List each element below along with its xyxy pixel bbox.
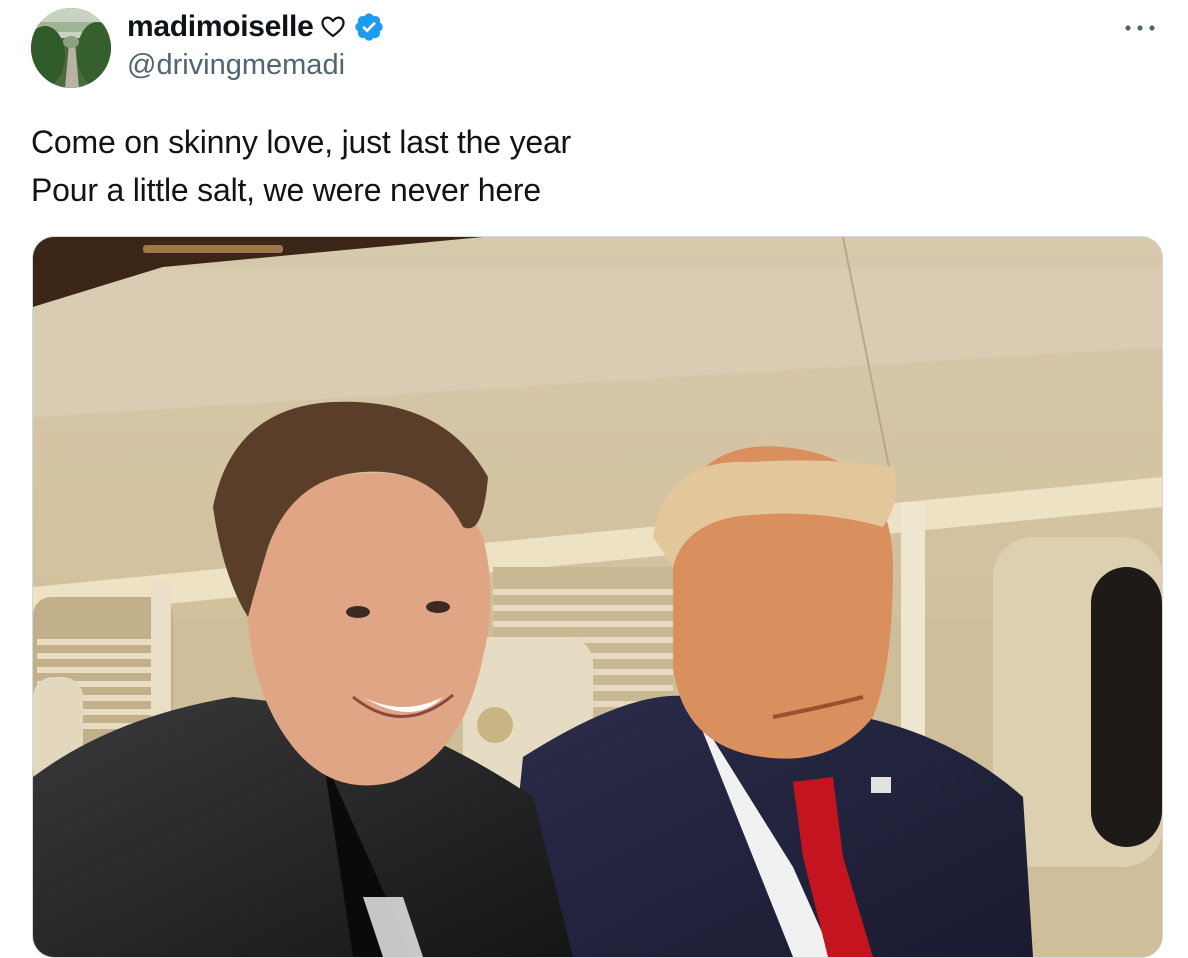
avatar[interactable] — [31, 8, 111, 88]
heart-outline-icon — [321, 16, 346, 38]
tweet: madimoiselle @drivingmemadi Come on skin… — [0, 0, 1188, 958]
author-handle[interactable]: @drivingmemadi — [127, 49, 345, 82]
tweet-text-line: Come on skinny love, just last the year — [31, 124, 572, 160]
more-options-button[interactable] — [1120, 14, 1160, 42]
tweet-photo[interactable] — [32, 236, 1163, 958]
author-name-row: madimoiselle — [127, 8, 385, 46]
display-name[interactable]: madimoiselle — [127, 10, 314, 44]
tweet-text: Come on skinny love, just last the year … — [31, 118, 1151, 214]
tweet-text-line: Pour a little salt, we were never here — [31, 172, 541, 208]
verified-badge-icon[interactable] — [353, 11, 385, 43]
more-dots-icon — [1125, 25, 1155, 31]
